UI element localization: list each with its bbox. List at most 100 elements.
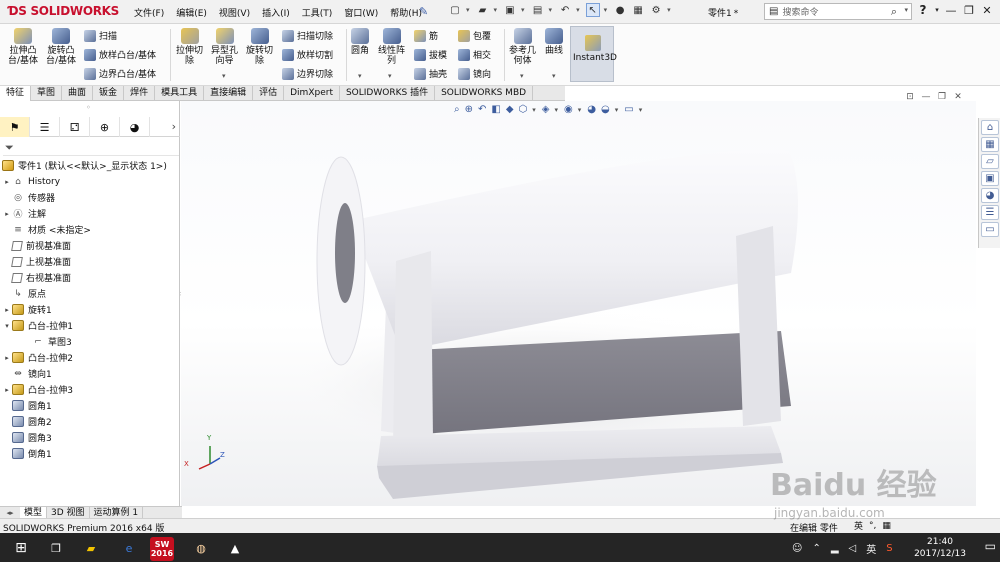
shell-button[interactable]: 抽壳: [414, 67, 447, 80]
view-orientation-icon[interactable]: ⬡: [519, 104, 528, 115]
reference-geometry-button[interactable]: 参考几 何体: [509, 28, 536, 66]
curves-button[interactable]: 曲线: [545, 28, 563, 56]
rib-button[interactable]: 筋: [414, 29, 438, 42]
open-dropdown-icon[interactable]: ▾: [494, 6, 498, 14]
file-explorer-taskbar-icon[interactable]: ▰: [80, 537, 102, 559]
revolve-boss-button[interactable]: 旋转凸 台/基体: [46, 28, 76, 66]
minimize-icon[interactable]: —: [942, 4, 960, 17]
viewport-restore-icon[interactable]: ❐: [934, 92, 950, 102]
fillet-button[interactable]: 圆角: [351, 28, 369, 56]
tab-weldments[interactable]: 焊件: [124, 86, 156, 101]
network-icon[interactable]: ▂: [831, 543, 839, 554]
view-settings-dropdown-icon[interactable]: ▾: [639, 106, 643, 114]
solidworks-logo[interactable]: ƊS SOLIDWORKS: [8, 4, 119, 18]
pin-icon[interactable]: ✎: [419, 5, 428, 18]
solidworks-taskbar-icon[interactable]: SW 2016: [150, 537, 174, 561]
new-dropdown-icon[interactable]: ▾: [466, 6, 470, 14]
tab-sheet-metal[interactable]: 钣金: [93, 86, 125, 101]
section-view-icon[interactable]: ◧: [491, 104, 500, 115]
previous-view-icon[interactable]: ↶: [478, 104, 486, 115]
tree-item-chamfer1[interactable]: 倒角1: [2, 446, 52, 461]
feature-manager-tab-icon[interactable]: ⚑: [0, 117, 30, 137]
tree-item-material[interactable]: ≡ 材质 <未指定>: [2, 222, 91, 237]
extrude-cut-button[interactable]: 拉伸切 除: [176, 28, 203, 66]
configuration-manager-tab-icon[interactable]: ⚁: [60, 117, 90, 137]
instant3d-button[interactable]: Instant3D: [570, 26, 617, 82]
fillet-dropdown-icon[interactable]: ▾: [358, 72, 362, 80]
search-command-box[interactable]: ▤ 搜索命令 ⌕ ▾: [764, 3, 912, 20]
people-icon[interactable]: ☺: [792, 543, 802, 554]
scene-dropdown-icon[interactable]: ▾: [615, 106, 619, 114]
tab-mold-tools[interactable]: 模具工具: [155, 86, 205, 101]
tree-item-front-plane[interactable]: 前视基准面: [2, 238, 71, 253]
expand-arrow-icon[interactable]: ▸: [2, 210, 12, 218]
save-dropdown-icon[interactable]: ▾: [521, 6, 525, 14]
tree-item-boss-extrude1[interactable]: ▾ 凸台-拉伸1: [2, 318, 73, 333]
help-icon[interactable]: ?: [914, 3, 932, 17]
dimxpert-manager-tab-icon[interactable]: ⊕: [90, 117, 120, 137]
viewport-minimize-icon[interactable]: —: [918, 92, 934, 102]
tree-filter-row[interactable]: ⏷: [3, 140, 179, 156]
menu-view[interactable]: 视图(V): [219, 6, 250, 19]
expand-arrow-icon[interactable]: ▸: [2, 386, 12, 394]
revolve-cut-button[interactable]: 旋转切 除: [246, 28, 273, 66]
action-center-icon[interactable]: ▭: [985, 539, 996, 553]
display-style-icon[interactable]: ◈: [542, 104, 550, 115]
help-dropdown-icon[interactable]: ▾: [932, 6, 942, 14]
curves-dropdown-icon[interactable]: ▾: [552, 72, 556, 80]
dynamic-annotation-icon[interactable]: ◆: [506, 104, 514, 115]
viewport-close-icon[interactable]: ✕: [950, 92, 966, 102]
tree-item-annotations[interactable]: ▸ Ⓐ 注解: [2, 206, 46, 221]
print-dropdown-icon[interactable]: ▾: [549, 6, 553, 14]
display-style-dropdown-icon[interactable]: ▾: [555, 106, 559, 114]
loft-cut-button[interactable]: 放样切割: [282, 48, 333, 61]
task-view-icon[interactable]: ❐: [45, 537, 67, 559]
new-document-icon[interactable]: ▢: [448, 3, 462, 17]
expand-arrow-icon[interactable]: ▸: [2, 354, 12, 362]
tab-dimxpert[interactable]: DimXpert: [284, 86, 340, 101]
expand-arrow-icon[interactable]: ▸: [2, 306, 12, 314]
menu-insert[interactable]: 插入(I): [262, 6, 290, 19]
zoom-to-fit-icon[interactable]: ⌕: [454, 104, 460, 115]
tree-item-revolve1[interactable]: ▸ 旋转1: [2, 302, 52, 317]
tree-item-boss-extrude2[interactable]: ▸ 凸台-拉伸2: [2, 350, 73, 365]
menu-file[interactable]: 文件(F): [134, 6, 164, 19]
tree-item-origin[interactable]: ↳ 原点: [2, 286, 46, 301]
property-manager-tab-icon[interactable]: ☰: [30, 117, 60, 137]
photos-app-icon[interactable]: ▲: [224, 537, 246, 559]
sogou-ime-icon[interactable]: S: [886, 543, 892, 554]
undo-icon[interactable]: ↶: [558, 3, 572, 17]
custom-properties-icon[interactable]: ☰: [981, 205, 999, 220]
collapse-arrow-icon[interactable]: ▾: [2, 322, 12, 330]
manager-tabs-more-icon[interactable]: ›: [172, 120, 176, 133]
draft-button[interactable]: 拔模: [414, 48, 447, 61]
menu-tools[interactable]: 工具(T): [302, 6, 333, 19]
appearances-icon[interactable]: ◕: [981, 188, 999, 203]
file-explorer-icon[interactable]: ▱: [981, 154, 999, 169]
file-properties-icon[interactable]: ▦: [631, 3, 645, 17]
wrap-button[interactable]: 包覆: [458, 29, 491, 42]
undo-dropdown-icon[interactable]: ▾: [576, 6, 580, 14]
expand-arrow-icon[interactable]: ▸: [2, 178, 12, 186]
menu-window[interactable]: 窗口(W): [344, 6, 378, 19]
tab-nav-arrows-icon[interactable]: ◂▸: [0, 507, 20, 518]
options-dropdown-icon[interactable]: ▾: [667, 6, 671, 14]
intersect-button[interactable]: 相交: [458, 48, 491, 61]
tree-item-fillet2[interactable]: 圆角2: [2, 414, 52, 429]
tree-item-fillet3[interactable]: 圆角3: [2, 430, 52, 445]
tab-direct-editing[interactable]: 直接编辑: [204, 86, 254, 101]
boundary-cut-button[interactable]: 边界切除: [282, 67, 333, 80]
loft-boss-button[interactable]: 放样凸台/基体: [84, 48, 156, 61]
taskbar-ime-language[interactable]: 英: [866, 541, 876, 556]
hole-wizard-dropdown-icon[interactable]: ▾: [222, 72, 226, 80]
forum-icon[interactable]: ▭: [981, 222, 999, 237]
tree-item-boss-extrude3[interactable]: ▸ 凸台-拉伸3: [2, 382, 73, 397]
windows-start-icon[interactable]: ⊞: [10, 537, 32, 559]
sweep-button[interactable]: 扫描: [84, 29, 117, 42]
extrude-boss-button[interactable]: 拉伸凸 台/基体: [8, 28, 38, 66]
reference-geometry-dropdown-icon[interactable]: ▾: [520, 72, 524, 80]
rebuild-icon[interactable]: ●: [613, 3, 627, 17]
hide-show-items-icon[interactable]: ◉: [564, 104, 573, 115]
ime-options-icon[interactable]: ▦: [882, 521, 891, 531]
filter-icon[interactable]: ⏷: [5, 141, 14, 155]
